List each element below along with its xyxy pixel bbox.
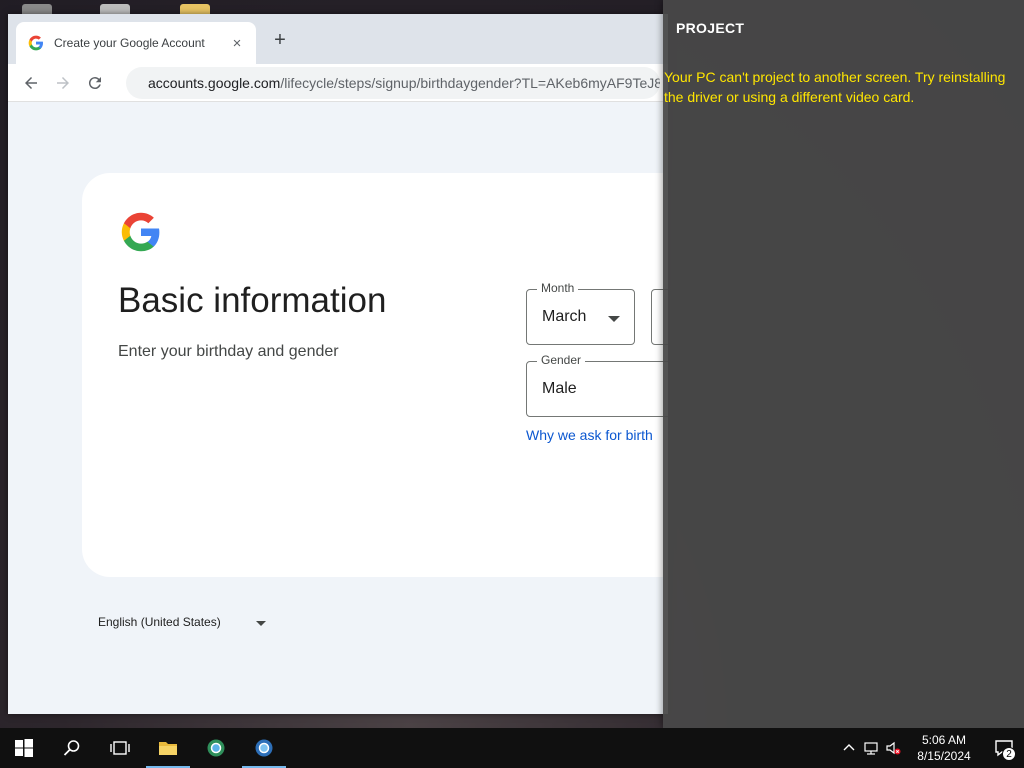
chevron-up-icon <box>843 744 855 751</box>
gender-select[interactable]: Gender Male <box>526 353 668 417</box>
page-subtitle: Enter your birthday and gender <box>118 343 339 360</box>
signup-page: Basic information Enter your birthday an… <box>8 102 668 714</box>
chevron-down-icon <box>256 621 266 626</box>
browser-tab[interactable]: Create your Google Account × <box>16 22 256 64</box>
google-logo-icon <box>121 212 160 252</box>
tab-strip: Create your Google Account × + <box>8 14 668 64</box>
gender-value: Male <box>542 380 577 397</box>
show-hidden-icons-button[interactable] <box>838 728 860 768</box>
clock-date: 8/15/2024 <box>917 749 971 763</box>
google-favicon-icon <box>28 35 43 51</box>
browser-toolbar: accounts.google.com /lifecycle/steps/sig… <box>8 64 668 102</box>
clock-time: 5:06 AM <box>921 733 967 747</box>
url-path: /lifecycle/steps/signup/birthdaygender?T… <box>280 74 660 91</box>
start-button[interactable] <box>0 728 48 768</box>
month-label: Month <box>537 281 579 295</box>
month-value: March <box>542 308 587 325</box>
search-button[interactable] <box>48 728 96 768</box>
browser-taskbar-button-active[interactable] <box>240 728 288 768</box>
search-icon <box>63 740 80 756</box>
tab-title: Create your Google Account <box>54 36 205 50</box>
month-select[interactable]: Month March <box>526 281 635 345</box>
taskbar-clock[interactable]: 5:06 AM 8/15/2024 <box>904 732 984 764</box>
new-tab-button[interactable]: + <box>268 28 292 52</box>
project-error-message: Your PC can't project to another screen.… <box>664 69 1006 105</box>
reload-button[interactable] <box>80 68 110 98</box>
project-title: PROJECT <box>676 20 745 36</box>
browser-icon <box>207 739 225 757</box>
project-pane: PROJECT Your PC can't project to another… <box>663 0 1024 728</box>
chevron-down-icon <box>608 316 620 322</box>
tab-close-icon[interactable]: × <box>228 35 246 52</box>
why-we-ask-link[interactable]: Why we ask for birth <box>526 427 653 443</box>
gender-label: Gender <box>537 353 586 367</box>
url-host: accounts.google.com <box>148 74 281 91</box>
browser-icon <box>255 739 273 757</box>
folder-icon <box>159 742 177 755</box>
network-icon <box>864 742 878 755</box>
taskbar: 5:06 AM 8/15/2024 2 <box>0 728 1024 768</box>
action-center-button[interactable]: 2 <box>984 728 1024 768</box>
address-bar[interactable]: accounts.google.com /lifecycle/steps/sig… <box>126 66 660 99</box>
system-tray: 5:06 AM 8/15/2024 2 <box>838 728 1024 768</box>
arrow-right-icon <box>57 76 69 89</box>
network-button[interactable] <box>860 728 882 768</box>
file-explorer-button[interactable] <box>144 728 192 768</box>
browser-taskbar-button[interactable] <box>192 728 240 768</box>
arrow-left-icon <box>25 76 37 89</box>
notification-badge: 2 <box>1002 747 1016 761</box>
language-select[interactable]: English (United States) <box>98 610 278 634</box>
forward-button[interactable] <box>48 68 78 98</box>
back-button[interactable] <box>16 68 46 98</box>
page-title: Basic information <box>118 281 387 320</box>
windows-logo-icon <box>15 739 33 757</box>
reload-icon <box>88 76 101 89</box>
volume-muted-icon <box>886 741 901 755</box>
browser-window: Create your Google Account × + accounts.… <box>8 14 668 714</box>
language-value: English (United States) <box>98 615 221 629</box>
volume-button[interactable] <box>882 728 904 768</box>
task-view-icon <box>110 741 130 755</box>
signup-card: Basic information Enter your birthday an… <box>82 173 668 577</box>
task-view-button[interactable] <box>96 728 144 768</box>
